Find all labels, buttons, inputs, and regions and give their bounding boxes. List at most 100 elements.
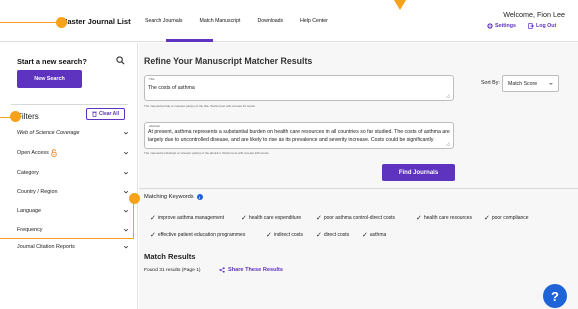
nav-search-journals[interactable]: Search Journals [145,18,183,24]
open-lock-icon [51,149,57,157]
annotation-line [0,238,134,239]
caret-down-icon [549,82,553,85]
nav-downloads[interactable]: Downloads [257,18,283,24]
new-search-title: Start a new search? [17,57,87,66]
matching-keywords-label: Matching Keywords [144,194,194,200]
gear-icon [487,23,493,29]
keyword-label: health care expenditure [248,215,302,221]
check-icon: ✓ [362,231,368,239]
check-icon: ✓ [150,214,156,222]
results-count: Found 31 results (Page 1) [144,268,201,273]
filter-label: Open Access [17,150,49,156]
filter-label: Journal Citation Reports [17,244,75,250]
filter-category[interactable]: Category [17,163,129,183]
filter-label: Country / Region [17,189,58,195]
share-icon [219,267,225,273]
resize-handle-icon[interactable] [446,142,450,146]
chevron-down-icon [123,151,129,155]
top-nav: Search Journals Match Manuscript Downloa… [145,18,345,24]
filter-label: Language [17,208,41,214]
filter-web-of-science-coverage[interactable]: Web of Science Coverage [17,123,129,143]
help-button[interactable]: ? [543,284,567,308]
filter-label: Frequency [17,227,43,233]
abstract-field-value: At present, asthma represents a substant… [148,129,450,143]
logout-label: Log Out [536,23,557,29]
nav-help-center[interactable]: Help Center [300,18,328,24]
keyword-chip[interactable]: ✓ health care expenditure [241,214,302,222]
settings-link[interactable]: Settings [487,23,516,29]
keyword-label: asthma [369,232,387,238]
logout-icon [528,23,534,29]
title-field-value: The costs of asthma [148,85,195,91]
keyword-label: improve asthma management [157,215,225,221]
info-icon[interactable]: i [196,194,203,200]
keyword-chip[interactable]: ✓ asthma [362,231,387,239]
keyword-chip[interactable]: ✓ poor compliance [484,214,529,222]
annotation-line [0,117,10,118]
annotation-dot [56,17,67,28]
keyword-label: poor asthma control-direct costs [323,215,396,221]
filter-label: Category [17,170,39,176]
brand-title[interactable]: Master Journal List [61,17,131,26]
keyword-label: indirect costs [273,232,304,238]
active-tab-indicator [166,39,213,42]
keyword-label: health care resources [423,215,472,221]
page-title: Refine Your Manuscript Matcher Results [144,56,313,66]
keyword-label: effective patient education programmes [157,232,246,238]
check-icon: ✓ [266,231,272,239]
chevron-down-icon [123,228,129,232]
check-icon: ✓ [316,214,322,222]
abstract-field[interactable]: Abstract At present, asthma represents a… [144,122,454,149]
annotation-dot [10,111,21,122]
share-results-link[interactable]: Share These Results [219,267,283,273]
resize-handle-icon[interactable] [446,94,450,98]
check-icon: ✓ [484,214,490,222]
settings-label: Settings [495,23,516,29]
title-field-help: The manuscript title or relevant part(s)… [144,104,256,108]
match-results-title: Match Results [144,252,196,261]
keyword-chip[interactable]: ✓ health care resources [416,214,472,222]
share-label: Share These Results [228,267,284,273]
filter-language[interactable]: Language [17,201,129,221]
filter-label: Web of Science Coverage [17,130,80,136]
check-icon: ✓ [416,214,422,222]
keyword-chip[interactable]: ✓ direct costs [316,231,350,239]
keyword-chip[interactable]: ✓ poor asthma control-direct costs [316,214,396,222]
filter-open-access[interactable]: Open Access [17,143,129,163]
keyword-chip[interactable]: ✓ indirect costs [266,231,304,239]
clear-all-label: Clear All [98,111,120,117]
chevron-down-icon [123,131,129,135]
annotation-line [0,22,62,23]
filter-journal-citation-reports[interactable]: Journal Citation Reports [17,237,129,257]
welcome-text: Welcome, Fion Lee [503,10,565,19]
logout-link[interactable]: Log Out [528,23,556,29]
abstract-field-help: The manuscript abstract or relevant part… [144,151,270,155]
sidebar-divider [11,104,128,105]
chevron-down-icon [123,245,129,249]
title-field[interactable]: Title The costs of asthma [144,75,454,101]
filter-country-region[interactable]: Country / Region [17,182,129,202]
check-icon: ✓ [241,214,247,222]
check-icon: ✓ [150,231,156,239]
title-field-label: Title [149,77,155,81]
find-journals-button[interactable]: Find Journals [382,164,455,181]
matching-keywords-title: Matching Keywords i [144,194,203,200]
annotation-line [133,203,134,238]
chevron-down-icon [123,190,129,194]
sort-by-select[interactable]: Match Score [502,75,559,92]
chevron-down-icon [123,171,129,175]
nav-match-manuscript[interactable]: Match Manuscript [200,18,241,24]
keyword-chip[interactable]: ✓ improve asthma management [150,214,225,222]
clear-all-button[interactable]: Clear All [86,108,125,120]
keyword-chip[interactable]: ✓ effective patient education programmes [150,231,246,239]
keyword-label: poor compliance [491,215,529,221]
sort-by-value: Match Score [508,80,538,87]
chevron-down-icon [123,209,129,213]
check-icon: ✓ [316,231,322,239]
annotation-arrow [394,0,406,10]
sort-by-label: Sort By: [481,80,500,86]
annotation-dot [129,193,140,204]
search-icon[interactable] [116,56,125,65]
keyword-label: direct costs [323,232,350,238]
new-search-button[interactable]: New Search [17,70,82,88]
